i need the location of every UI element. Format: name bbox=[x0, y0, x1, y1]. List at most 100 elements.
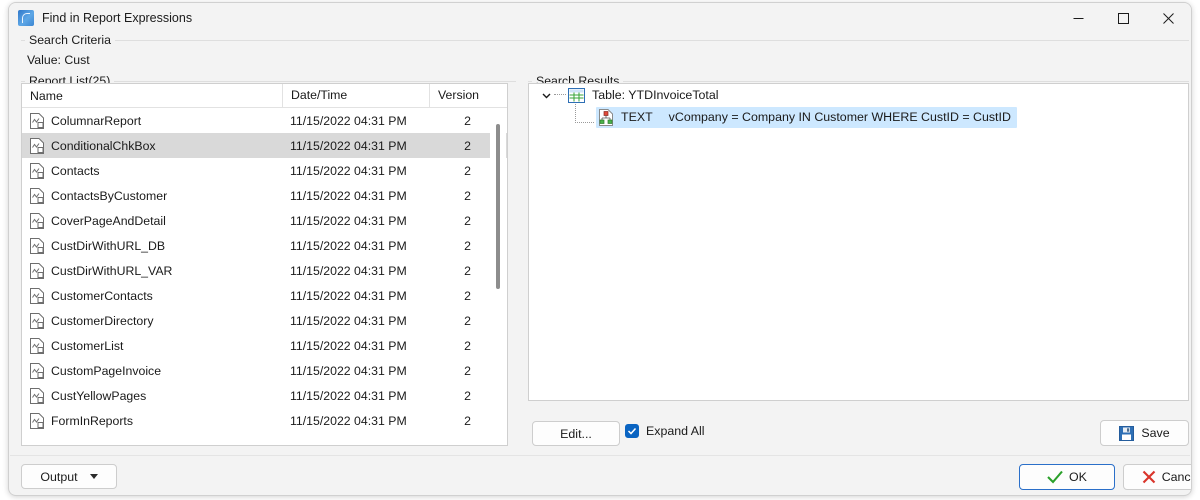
save-button-label: Save bbox=[1141, 426, 1170, 440]
report-document-icon bbox=[30, 412, 45, 429]
row-datetime-cell: 11/15/2022 04:31 PM bbox=[290, 338, 407, 353]
x-icon bbox=[1142, 470, 1156, 484]
row-version-cell: 2 bbox=[464, 138, 471, 153]
row-version-cell: 2 bbox=[464, 213, 471, 228]
row-version-cell: 2 bbox=[464, 388, 471, 403]
row-name-cell: CustYellowPages bbox=[22, 387, 282, 404]
row-version-cell: 2 bbox=[464, 338, 471, 353]
row-version-cell: 2 bbox=[464, 313, 471, 328]
report-document-icon bbox=[30, 137, 45, 154]
column-header-version[interactable]: Version bbox=[429, 84, 491, 107]
caret-down-icon[interactable] bbox=[89, 474, 98, 479]
row-name-label: ColumnarReport bbox=[51, 113, 142, 128]
row-version-cell: 2 bbox=[464, 263, 471, 278]
search-value-text: Value: Cust bbox=[27, 53, 90, 67]
table-row[interactable]: CustDirWithURL_VAR 11/15/2022 04:31 PM 2 bbox=[22, 258, 507, 283]
row-datetime-cell: 11/15/2022 04:31 PM bbox=[290, 313, 407, 328]
title-bar: Find in Report Expressions bbox=[9, 3, 1191, 33]
row-datetime-cell: 11/15/2022 04:31 PM bbox=[290, 163, 407, 178]
tree-node-expression-highlight[interactable]: TEXT vCompany = Company IN Customer WHER… bbox=[596, 106, 1017, 128]
search-results-tree[interactable]: Table: YTDInvoiceTotal TEXT vCompany = C… bbox=[528, 83, 1189, 401]
row-datetime-cell: 11/15/2022 04:31 PM bbox=[290, 363, 407, 378]
row-name-cell: CustomerContacts bbox=[22, 287, 282, 304]
table-row[interactable]: CustomPageInvoice 11/15/2022 04:31 PM 2 bbox=[22, 358, 507, 383]
table-row[interactable]: Contacts 11/15/2022 04:31 PM 2 bbox=[22, 158, 507, 183]
chevron-down-icon[interactable] bbox=[538, 91, 554, 100]
expression-node-icon bbox=[598, 108, 614, 126]
row-datetime-cell: 11/15/2022 04:31 PM bbox=[290, 113, 407, 128]
row-version-cell: 2 bbox=[464, 238, 471, 253]
table-row[interactable]: FormInReports 11/15/2022 04:31 PM 2 bbox=[22, 408, 507, 433]
dialog-window: Find in Report Expressions Search Criter… bbox=[8, 2, 1192, 496]
expression-kind-label: TEXT bbox=[621, 110, 653, 124]
search-results-group-border bbox=[528, 81, 1189, 82]
ok-button-label: OK bbox=[1069, 470, 1087, 484]
row-name-label: CustomerDirectory bbox=[51, 313, 154, 328]
edit-button-label: Edit... bbox=[560, 426, 592, 441]
row-datetime-cell: 11/15/2022 04:31 PM bbox=[290, 263, 407, 278]
row-name-label: CoverPageAndDetail bbox=[51, 213, 166, 228]
row-name-label: CustomerList bbox=[51, 338, 124, 353]
window-title: Find in Report Expressions bbox=[42, 11, 193, 25]
row-name-label: CustomPageInvoice bbox=[51, 363, 162, 378]
table-row[interactable]: CustYellowPages 11/15/2022 04:31 PM 2 bbox=[22, 383, 507, 408]
table-row[interactable]: ColumnarReport 11/15/2022 04:31 PM 2 bbox=[22, 108, 507, 133]
output-dropdown-button[interactable]: Output bbox=[21, 464, 117, 489]
table-row[interactable]: CustomerDirectory 11/15/2022 04:31 PM 2 bbox=[22, 308, 507, 333]
row-datetime-cell: 11/15/2022 04:31 PM bbox=[290, 288, 407, 303]
search-criteria-label: Search Criteria bbox=[25, 33, 116, 47]
row-version-cell: 2 bbox=[464, 113, 471, 128]
tree-connector bbox=[554, 94, 566, 96]
table-row[interactable]: CoverPageAndDetail 11/15/2022 04:31 PM 2 bbox=[22, 208, 507, 233]
row-name-cell: CustomPageInvoice bbox=[22, 362, 282, 379]
report-document-icon bbox=[30, 362, 45, 379]
column-header-name[interactable]: Name bbox=[22, 89, 282, 103]
row-name-label: CustDirWithURL_DB bbox=[51, 238, 166, 253]
row-name-cell: ConditionalChkBox bbox=[22, 137, 282, 154]
list-header-row: Name Date/Time Version bbox=[22, 84, 507, 108]
checkbox-indicator[interactable] bbox=[625, 424, 639, 438]
column-header-datetime[interactable]: Date/Time bbox=[282, 84, 429, 107]
row-name-cell: CustDirWithURL_DB bbox=[22, 237, 282, 254]
table-row[interactable]: CustomerContacts 11/15/2022 04:31 PM 2 bbox=[22, 283, 507, 308]
vertical-scrollbar[interactable] bbox=[490, 108, 506, 444]
row-datetime-cell: 11/15/2022 04:31 PM bbox=[290, 238, 407, 253]
row-name-label: CustDirWithURL_VAR bbox=[51, 263, 173, 278]
report-document-icon bbox=[30, 212, 45, 229]
minimize-button[interactable] bbox=[1056, 3, 1101, 33]
row-datetime-cell: 11/15/2022 04:31 PM bbox=[290, 213, 407, 228]
save-button[interactable]: Save bbox=[1100, 420, 1189, 446]
report-list[interactable]: Name Date/Time Version ColumnarReport 11/… bbox=[21, 83, 508, 446]
table-row[interactable]: CustomerList 11/15/2022 04:31 PM 2 bbox=[22, 333, 507, 358]
search-criteria-group-border bbox=[21, 40, 1189, 41]
row-name-label: Contacts bbox=[51, 163, 100, 178]
expression-text: vCompany = Company IN Customer WHERE Cus… bbox=[668, 110, 1011, 124]
table-row[interactable]: ContactsByCustomer 11/15/2022 04:31 PM 2 bbox=[22, 183, 507, 208]
report-document-icon bbox=[30, 287, 45, 304]
tree-node-table-label: Table: YTDInvoiceTotal bbox=[592, 88, 719, 102]
table-row[interactable]: CustDirWithURL_DB 11/15/2022 04:31 PM 2 bbox=[22, 233, 507, 258]
scrollbar-thumb[interactable] bbox=[496, 124, 500, 289]
table-row[interactable]: ConditionalChkBox 11/15/2022 04:31 PM 2 bbox=[22, 133, 507, 158]
expand-all-label: Expand All bbox=[646, 424, 705, 438]
row-name-label: FormInReports bbox=[51, 413, 134, 428]
floppy-save-icon bbox=[1119, 425, 1135, 441]
expand-all-checkbox[interactable]: Expand All bbox=[625, 424, 705, 438]
row-name-cell: ContactsByCustomer bbox=[22, 187, 282, 204]
edit-button[interactable]: Edit... bbox=[532, 421, 620, 446]
tree-node-table[interactable]: Table: YTDInvoiceTotal bbox=[529, 84, 1188, 106]
row-name-label: ConditionalChkBox bbox=[51, 138, 156, 153]
row-version-cell: 2 bbox=[464, 188, 471, 203]
row-name-cell: CustomerDirectory bbox=[22, 312, 282, 329]
cancel-button-label: Cancel bbox=[1161, 470, 1191, 484]
close-button[interactable] bbox=[1146, 3, 1191, 33]
report-document-icon bbox=[30, 337, 45, 354]
row-version-cell: 2 bbox=[464, 288, 471, 303]
maximize-button[interactable] bbox=[1101, 3, 1146, 33]
tree-node-expression[interactable]: TEXT vCompany = Company IN Customer WHER… bbox=[529, 103, 1188, 128]
cancel-button[interactable]: Cancel bbox=[1123, 464, 1191, 490]
report-app-icon bbox=[18, 10, 34, 26]
ok-button[interactable]: OK bbox=[1019, 464, 1115, 490]
row-name-cell: CoverPageAndDetail bbox=[22, 212, 282, 229]
row-name-cell: ColumnarReport bbox=[22, 112, 282, 129]
